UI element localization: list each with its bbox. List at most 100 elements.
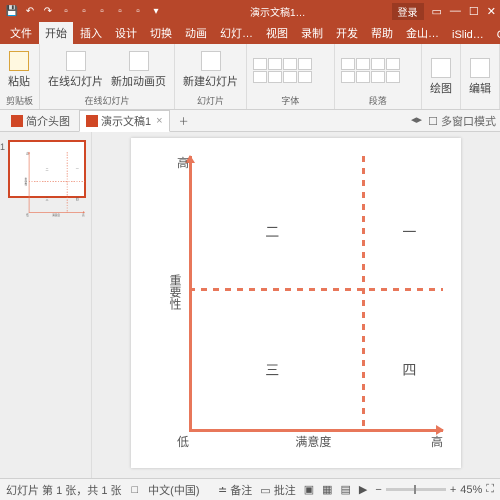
zoom-control[interactable]: − + 45% ⛶ <box>375 483 494 496</box>
maximize-icon[interactable]: ☐ <box>469 5 479 18</box>
tab-slideshow[interactable]: 幻灯… <box>214 22 259 44</box>
doc-tab-intro[interactable]: 简介头图 <box>4 110 77 132</box>
tab-jinshan[interactable]: 金山… <box>400 22 445 44</box>
paragraph-controls[interactable] <box>341 58 400 83</box>
save-icon[interactable]: 💾 <box>4 3 20 19</box>
group-online-slides: 在线幻灯片 新加动画页 在线幻灯片 <box>40 44 175 109</box>
qat-icon[interactable]: ▫ <box>130 3 146 19</box>
group-editing: 编辑 <box>461 44 500 109</box>
tab-file[interactable]: 文件 <box>4 22 38 44</box>
comments-button[interactable]: ▭ 批注 <box>260 482 295 498</box>
tab-onekey[interactable]: One… <box>491 26 500 44</box>
group-drawing: 绘图 <box>422 44 461 109</box>
notes-button[interactable]: ≐ 备注 <box>218 482 252 498</box>
y-axis-label: 重要性 <box>167 274 184 310</box>
tab-design[interactable]: 设计 <box>109 22 143 44</box>
tab-animations[interactable]: 动画 <box>179 22 213 44</box>
doc-tab-presentation1[interactable]: 演示文稿1× <box>79 110 170 132</box>
tab-transitions[interactable]: 切换 <box>144 22 178 44</box>
new-slide-icon <box>201 51 221 71</box>
quick-access-toolbar: 💾 ↶ ↷ ▫ ▫ ▫ ▫ ▫ ▾ <box>4 3 164 19</box>
quadrant-chart: 一 二 三 四 重要性 高 低 满意度 高 <box>159 156 443 450</box>
qat-more-icon[interactable]: ▾ <box>148 3 164 19</box>
fit-window-icon[interactable]: ⛶ <box>486 483 494 496</box>
window-controls: ▭ — ☐ ✕ <box>432 5 497 18</box>
tab-insert[interactable]: 插入 <box>74 22 108 44</box>
document-tabs: 简介头图 演示文稿1× ＋ ◂▸ ☐ 多窗口模式 <box>0 110 500 132</box>
tab-review[interactable]: 录制 <box>295 22 329 44</box>
qat-icon[interactable]: ▫ <box>94 3 110 19</box>
spell-check-icon[interactable]: □ <box>132 484 139 496</box>
zoom-in-icon[interactable]: + <box>450 484 456 496</box>
zoom-slider[interactable] <box>386 488 446 491</box>
zoom-out-icon[interactable]: − <box>375 484 381 496</box>
quadrant-3: 三 <box>265 360 279 380</box>
vertical-divider <box>67 152 68 213</box>
ppt-icon <box>86 115 98 127</box>
close-tab-icon[interactable]: × <box>156 115 162 127</box>
view-reading-icon[interactable]: ▤ <box>341 483 351 496</box>
qat-icon[interactable]: ▫ <box>76 3 92 19</box>
y-axis-high: 高 <box>177 154 189 171</box>
shapes-icon <box>431 58 451 78</box>
tab-view[interactable]: 视图 <box>260 22 294 44</box>
horizontal-divider <box>29 181 85 182</box>
y-axis-high: 高 <box>26 152 29 156</box>
group-font: 字体 <box>247 44 335 109</box>
x-axis <box>189 429 443 432</box>
redo-icon[interactable]: ↷ <box>40 3 56 19</box>
y-axis-low: 低 <box>26 213 29 217</box>
quadrant-1: 一 <box>402 222 416 242</box>
x-axis-label: 满意度 <box>52 213 60 217</box>
view-sorter-icon[interactable]: ▦ <box>322 483 332 496</box>
group-slides: 新建幻灯片 幻灯片 <box>175 44 247 109</box>
workspace: 1 一 二 三 四 重要性 高 低 满意度 高 <box>0 132 500 478</box>
tab-help[interactable]: 帮助 <box>365 22 399 44</box>
thumbnail-slide-1[interactable]: 1 一 二 三 四 重要性 高 低 满意度 高 <box>8 140 86 198</box>
view-slideshow-icon[interactable]: ▶ <box>359 483 367 496</box>
zoom-level[interactable]: 45% <box>460 484 482 496</box>
tab-developer[interactable]: 开发 <box>330 22 364 44</box>
tab-home[interactable]: 开始 <box>39 22 73 44</box>
quadrant-4: 四 <box>76 197 79 201</box>
drawing-button[interactable]: 绘图 <box>428 56 454 98</box>
slide-canvas[interactable]: 一 二 三 四 重要性 高 低 满意度 高 <box>92 132 500 478</box>
undo-icon[interactable]: ↶ <box>22 3 38 19</box>
new-slide-button[interactable]: 新建幻灯片 <box>181 49 240 91</box>
find-icon <box>470 58 490 78</box>
slide[interactable]: 一 二 三 四 重要性 高 低 满意度 高 <box>131 138 461 468</box>
qat-icon[interactable]: ▫ <box>58 3 74 19</box>
group-label: 幻灯片 <box>181 94 240 107</box>
close-icon[interactable]: ✕ <box>487 5 496 18</box>
quadrant-1: 一 <box>76 167 79 171</box>
login-button[interactable]: 登录 <box>392 3 424 20</box>
view-normal-icon[interactable]: ▣ <box>304 483 314 496</box>
title-bar: 💾 ↶ ↷ ▫ ▫ ▫ ▫ ▫ ▾ 演示文稿1… 登录 ▭ — ☐ ✕ <box>0 0 500 22</box>
new-tab-button[interactable]: ＋ <box>172 110 196 131</box>
slide-thumbnails: 1 一 二 三 四 重要性 高 低 满意度 高 <box>0 132 92 478</box>
group-label: 在线幻灯片 <box>46 94 168 107</box>
language-indicator[interactable]: 中文(中国) <box>148 482 199 498</box>
y-axis <box>29 152 30 213</box>
ribbon-options-icon[interactable]: ▭ <box>432 5 442 18</box>
slide-icon <box>66 51 86 71</box>
multi-window-toggle[interactable]: ☐ 多窗口模式 <box>428 113 496 129</box>
qat-icon[interactable]: ▫ <box>112 3 128 19</box>
tab-nav-icon[interactable]: ◂▸ <box>411 113 422 129</box>
minimize-icon[interactable]: — <box>450 5 461 18</box>
paste-button[interactable]: 粘贴 <box>6 49 32 91</box>
new-anim-button[interactable]: 新加动画页 <box>109 49 168 91</box>
tab-islide[interactable]: iSlid… <box>446 26 490 44</box>
ribbon: 粘贴 剪贴板 在线幻灯片 新加动画页 在线幻灯片 新建幻灯片 幻灯片 字体 段落… <box>0 44 500 110</box>
font-controls[interactable] <box>253 58 312 83</box>
quadrant-3: 三 <box>46 197 49 201</box>
y-axis-label: 重要性 <box>24 178 28 186</box>
editing-button[interactable]: 编辑 <box>467 56 493 98</box>
horizontal-divider <box>189 288 443 291</box>
group-label: 剪贴板 <box>6 94 33 107</box>
x-axis-high: 高 <box>431 433 443 450</box>
online-slide-button[interactable]: 在线幻灯片 <box>46 49 105 91</box>
ppt-icon <box>11 115 23 127</box>
group-label: 字体 <box>253 94 328 107</box>
window-title: 演示文稿1… <box>164 4 392 19</box>
